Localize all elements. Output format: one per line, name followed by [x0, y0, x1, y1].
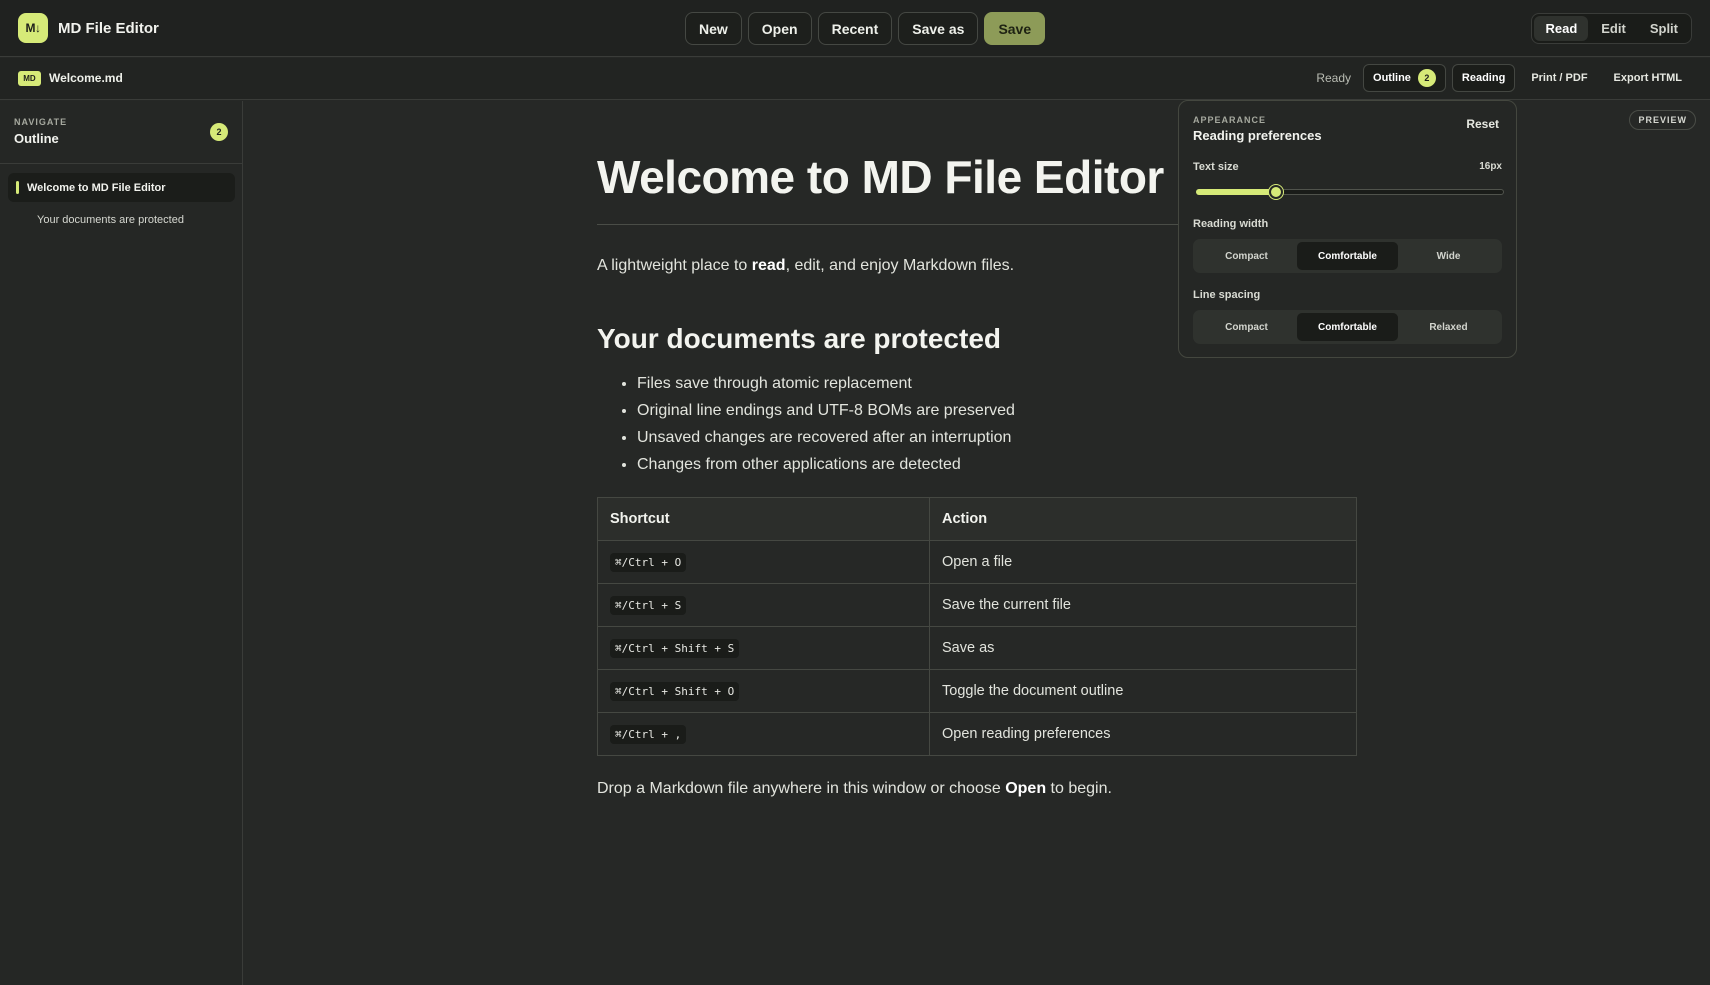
file-toolbar: New Open Recent Save as Save: [685, 12, 1046, 45]
new-button[interactable]: New: [685, 12, 742, 45]
export-html-button[interactable]: Export HTML: [1604, 64, 1692, 92]
reading-preferences-panel: APPEARANCE Reading preferences Reset Tex…: [1178, 100, 1517, 358]
outro-text-end: to begin.: [1046, 780, 1112, 797]
list-item: Files save through atomic replacement: [637, 373, 1357, 400]
spacing-option-comfortable[interactable]: Comfortable: [1297, 313, 1398, 341]
sidebar-count-badge: 2: [210, 123, 228, 141]
list-item: Original line endings and UTF-8 BOMs are…: [637, 400, 1357, 427]
action-column-header: Action: [929, 497, 1357, 541]
outline-count-badge: 2: [1417, 69, 1436, 87]
outline-item-protected[interactable]: Your documents are protected: [8, 205, 235, 234]
sidebar-eyebrow: NAVIGATE: [14, 117, 68, 127]
outro-bold-text: Open: [1005, 780, 1047, 797]
shortcut-key: ⌘/Ctrl + Shift + S: [610, 639, 740, 658]
file-name: Welcome.md: [49, 71, 123, 85]
save-button[interactable]: Save: [984, 12, 1046, 45]
prefs-title: Reading preferences: [1193, 128, 1322, 143]
shortcut-column-header: Shortcut: [597, 497, 930, 541]
text-size-slider-fill: [1196, 189, 1277, 195]
spacing-option-relaxed[interactable]: Relaxed: [1398, 313, 1499, 341]
markdown-file-icon: MD: [18, 71, 41, 86]
open-button[interactable]: Open: [747, 12, 812, 45]
width-option-compact[interactable]: Compact: [1196, 242, 1297, 270]
text-size-value: 16px: [1479, 161, 1502, 172]
outline-toggle-label: Outline: [1373, 72, 1411, 84]
mode-read-tab[interactable]: Read: [1534, 16, 1589, 41]
mode-split-tab[interactable]: Split: [1639, 16, 1689, 41]
intro-bold-text: read: [751, 257, 786, 274]
shortcut-action: Open a file: [929, 540, 1357, 584]
outline-toggle-button[interactable]: Outline 2: [1363, 64, 1446, 92]
outline-item-welcome[interactable]: Welcome to MD File Editor: [8, 173, 235, 202]
reading-width-label: Reading width: [1193, 218, 1269, 230]
width-option-comfortable[interactable]: Comfortable: [1297, 242, 1398, 270]
list-item: Unsaved changes are recovered after an i…: [637, 427, 1357, 454]
table-row: ⌘/Ctrl + , Open reading preferences: [597, 712, 1357, 756]
top-bar: M↓ MD File Editor New Open Recent Save a…: [0, 0, 1710, 57]
shortcut-key: ⌘/Ctrl + ,: [610, 725, 687, 744]
outro-text-start: Drop a Markdown file anywhere in this wi…: [597, 780, 1006, 797]
sidebar-header: NAVIGATE Outline 2: [0, 101, 242, 164]
shortcut-action: Save the current file: [929, 583, 1357, 627]
app-title: MD File Editor: [58, 19, 159, 37]
intro-text-end: , edit, and enjoy Markdown files.: [785, 257, 1015, 274]
shortcut-key: ⌘/Ctrl + S: [610, 596, 687, 615]
line-spacing-label: Line spacing: [1193, 289, 1261, 301]
reading-width-segmented: Compact Comfortable Wide: [1193, 239, 1502, 273]
protection-list: Files save through atomic replacement Or…: [637, 373, 1357, 481]
mode-edit-tab[interactable]: Edit: [1590, 16, 1637, 41]
shortcut-action: Open reading preferences: [929, 712, 1357, 756]
width-option-wide[interactable]: Wide: [1398, 242, 1499, 270]
shortcut-action: Save as: [929, 626, 1357, 670]
print-pdf-button[interactable]: Print / PDF: [1521, 64, 1597, 92]
list-item: Changes from other applications are dete…: [637, 454, 1357, 481]
preview-badge: PREVIEW: [1629, 110, 1696, 130]
document-actions: Ready Outline 2 Reading Print / PDF Expo…: [1316, 64, 1692, 92]
line-spacing-segmented: Compact Comfortable Relaxed: [1193, 310, 1502, 344]
intro-text-start: A lightweight place to: [597, 257, 752, 274]
brand: M↓ MD File Editor: [18, 13, 159, 43]
shortcut-key: ⌘/Ctrl + O: [610, 553, 687, 572]
outro-paragraph: Drop a Markdown file anywhere in this wi…: [597, 780, 1357, 798]
prefs-eyebrow: APPEARANCE: [1193, 115, 1267, 125]
reading-preferences-button[interactable]: Reading: [1451, 64, 1516, 92]
table-row: ⌘/Ctrl + Shift + S Save as: [597, 626, 1357, 670]
shortcuts-table: Shortcut Action ⌘/Ctrl + O Open a file ⌘…: [597, 497, 1357, 756]
save-as-button[interactable]: Save as: [898, 12, 979, 45]
table-header-row: Shortcut Action: [597, 497, 1357, 541]
app-logo-icon: M↓: [18, 13, 48, 43]
view-mode-switch: Read Edit Split: [1531, 13, 1692, 44]
outline-sidebar: NAVIGATE Outline 2 Welcome to MD File Ed…: [0, 101, 243, 985]
sidebar-title: Outline: [14, 131, 59, 146]
table-row: ⌘/Ctrl + O Open a file: [597, 540, 1357, 584]
text-size-label: Text size: [1193, 161, 1239, 173]
spacing-option-compact[interactable]: Compact: [1196, 313, 1297, 341]
save-status: Ready: [1316, 71, 1352, 85]
shortcut-key: ⌘/Ctrl + Shift + O: [610, 682, 740, 701]
reset-button[interactable]: Reset: [1466, 117, 1499, 131]
table-row: ⌘/Ctrl + Shift + O Toggle the document o…: [597, 669, 1357, 713]
text-size-slider-thumb[interactable]: [1269, 185, 1284, 199]
table-row: ⌘/Ctrl + S Save the current file: [597, 583, 1357, 627]
document-bar: MD Welcome.md Ready Outline 2 Reading Pr…: [0, 58, 1710, 100]
recent-button[interactable]: Recent: [817, 12, 893, 45]
shortcut-action: Toggle the document outline: [929, 669, 1357, 713]
